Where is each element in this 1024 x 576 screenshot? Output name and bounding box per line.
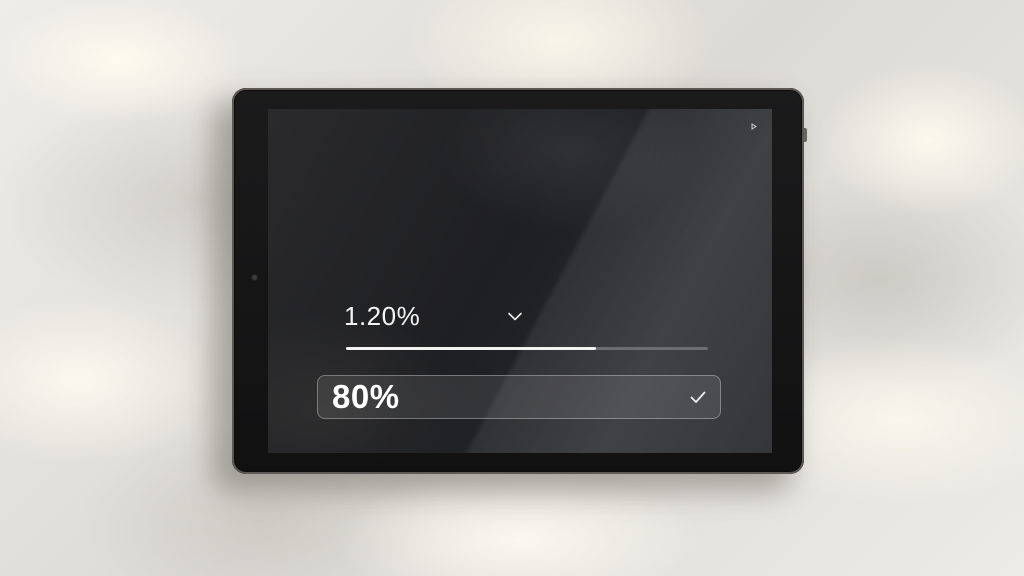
secondary-value: 80% (332, 378, 400, 415)
progress-fill (346, 347, 596, 350)
check-icon (506, 307, 524, 325)
progress-bar[interactable] (346, 347, 708, 350)
tablet-screen: 1.20% 80% (268, 109, 772, 453)
side-button[interactable] (804, 128, 807, 142)
secondary-value-field[interactable]: 80% (317, 375, 721, 419)
tablet-device: 1.20% 80% (232, 88, 807, 474)
check-icon (688, 387, 708, 407)
primary-value: 1.20% (344, 300, 421, 331)
small-indicator-icon (751, 123, 758, 130)
camera-icon (252, 275, 257, 280)
primary-value-row[interactable]: 1.20% (344, 299, 710, 333)
